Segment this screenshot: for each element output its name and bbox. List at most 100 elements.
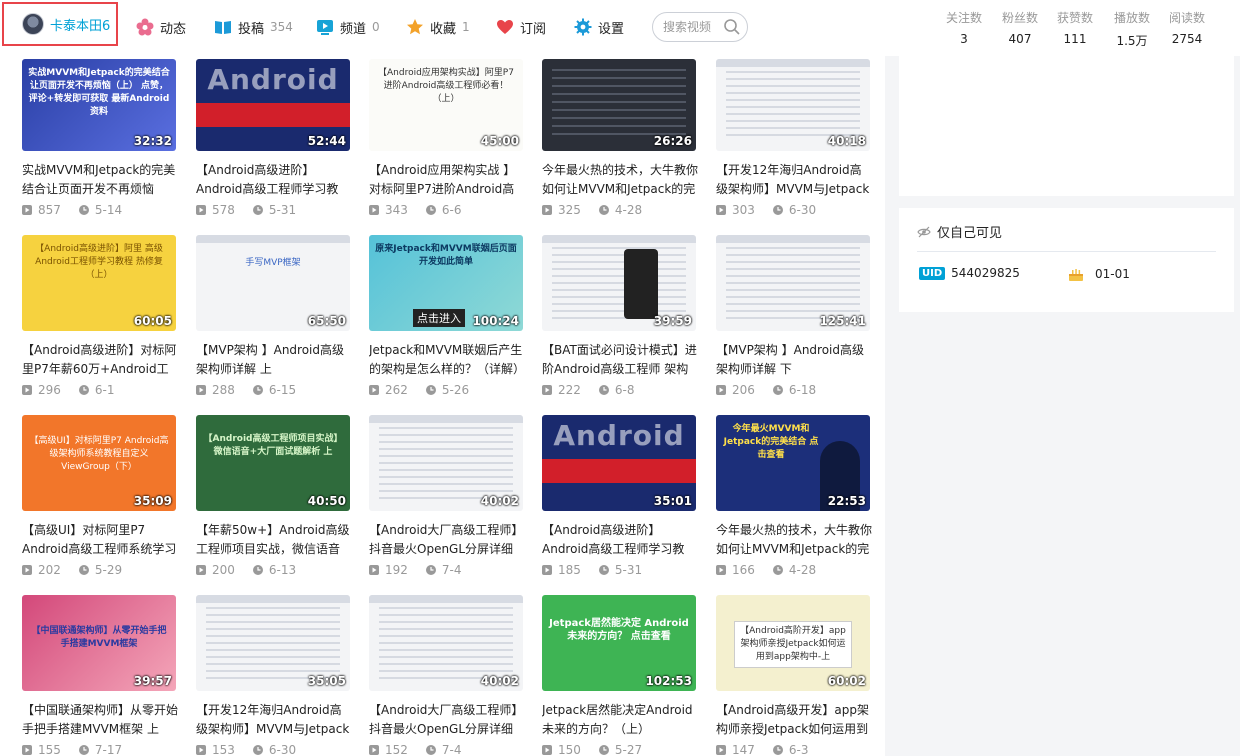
video-card[interactable]: 【Android应用架构实战】阿里P7进阶Android高级工程师必看！（上） … xyxy=(369,59,525,217)
enter-label: 点击进入 xyxy=(413,309,465,327)
video-card[interactable]: 【高级UI】对标阿里P7 Android高级架构师系统教程自定义ViewGrou… xyxy=(22,415,178,577)
video-thumbnail[interactable]: Jetpack居然能决定 Android未来的方向？ 点击查看 102:53 xyxy=(542,595,696,691)
video-title[interactable]: Jetpack居然能决定Android未来的方向？（上） xyxy=(542,701,698,739)
video-thumbnail[interactable]: 【Android高级进阶】阿里 高级Android工程师学习教程 热修复（上） … xyxy=(22,235,176,331)
video-thumbnail[interactable]: 【Android应用架构实战】阿里P7进阶Android高级工程师必看！（上） … xyxy=(369,59,523,151)
video-title[interactable]: 【Android大厂高级工程师】抖音最火OpenGL分屏详细教 xyxy=(369,701,525,739)
clock-icon xyxy=(598,205,609,215)
video-card[interactable]: 原来Jetpack和MVVM联姻后页面开发如此简单 点击进入 100:24 Je… xyxy=(369,235,525,397)
play-count-icon xyxy=(196,745,206,755)
video-title[interactable]: 【高级UI】对标阿里P7 Android高级工程师系统学习 xyxy=(22,521,178,559)
video-thumbnail[interactable]: 125:41 xyxy=(716,235,870,331)
video-thumbnail[interactable]: 35:05 xyxy=(196,595,350,691)
video-card[interactable]: 【Android高级工程师项目实战】 微信语音+大厂面试题解析 上 40:50 … xyxy=(196,415,352,577)
stat-following[interactable]: 关注数 3 xyxy=(934,9,994,46)
video-title[interactable]: Jetpack和MVVM联姻后产生的架构是怎么样的？（详解） xyxy=(369,341,525,379)
nav-channels[interactable]: 频道 0 xyxy=(316,14,380,40)
video-meta: 185 5-31 xyxy=(542,563,698,577)
search-icon[interactable] xyxy=(723,18,741,36)
clock-icon xyxy=(252,565,263,575)
eye-off-icon xyxy=(917,225,931,239)
clock-icon xyxy=(425,745,436,755)
user-name[interactable]: 卡泰本田6 xyxy=(50,15,110,34)
video-thumbnail[interactable]: 原来Jetpack和MVVM联姻后页面开发如此简单 点击进入 100:24 xyxy=(369,235,523,331)
flower-icon xyxy=(136,18,154,36)
video-title[interactable]: 【开发12年海归Android高级架构师】MVVM与Jetpack架 xyxy=(196,701,352,739)
video-meta: 343 6-6 xyxy=(369,203,525,217)
video-thumbnail[interactable]: 26:26 xyxy=(542,59,696,151)
clock-icon xyxy=(78,745,89,755)
video-card[interactable]: 40:02 【Android大厂高级工程师】抖音最火OpenGL分屏详细教 15… xyxy=(369,595,525,756)
nav-favorites[interactable]: 收藏 1 xyxy=(406,14,470,40)
video-title[interactable]: 【年薪50w+】Android高级工程师项目实战，微信语音 xyxy=(196,521,352,559)
play-count-icon xyxy=(22,745,32,755)
video-card[interactable]: 125:41 【MVP架构 】Android高级架构师详解 下 206 6-18 xyxy=(716,235,872,397)
nav-uploads[interactable]: 投稿 354 xyxy=(214,14,293,40)
video-thumbnail[interactable]: 39:59 xyxy=(542,235,696,331)
video-card[interactable]: 实战MVVM和Jetpack的完美结合 让页面开发不再烦恼（上） 点赞，评论+转… xyxy=(22,59,178,217)
video-thumbnail[interactable]: 【Android高阶开发】app架构师亲授Jetpack如何运用到app架构中-… xyxy=(716,595,870,691)
video-title[interactable]: 【Android高级进阶】Android高级工程师学习教程- xyxy=(542,521,698,559)
clock-icon xyxy=(425,385,436,395)
video-thumbnail[interactable]: 40:02 xyxy=(369,415,523,511)
video-title[interactable]: 【Android大厂高级工程师】抖音最火OpenGL分屏详细教 xyxy=(369,521,525,559)
video-title[interactable]: 【BAT面试必问设计模式】进阶Android高级工程师 架构再 xyxy=(542,341,698,379)
clock-icon xyxy=(598,745,609,755)
video-card[interactable]: 今年最火MVVM和Jetpack的完美结合 点击查看 22:53 今年最火热的技… xyxy=(716,415,872,577)
play-count-icon xyxy=(22,565,32,575)
video-meta: 200 6-13 xyxy=(196,563,352,577)
video-title[interactable]: 【MVP架构 】Android高级架构师详解 上 xyxy=(196,341,352,379)
search-input[interactable] xyxy=(663,20,725,34)
video-thumbnail[interactable]: 【Android高级工程师项目实战】 微信语音+大厂面试题解析 上 40:50 xyxy=(196,415,350,511)
video-thumbnail[interactable]: Android 35:01 xyxy=(542,415,696,511)
play-count-icon xyxy=(716,205,726,215)
video-thumbnail[interactable]: 40:18 xyxy=(716,59,870,151)
video-card[interactable]: 【Android高阶开发】app架构师亲授Jetpack如何运用到app架构中-… xyxy=(716,595,872,756)
video-title[interactable]: 【Android应用架构实战 】对标阿里P7进阶Android高级工 xyxy=(369,161,525,199)
user-profile[interactable]: 卡泰本田6 xyxy=(2,2,118,46)
clock-icon xyxy=(252,745,263,755)
video-card[interactable]: 35:05 【开发12年海归Android高级架构师】MVVM与Jetpack架… xyxy=(196,595,352,756)
uid-row: UID 544029825 xyxy=(919,266,1020,280)
video-card[interactable]: Android 35:01 【Android高级进阶】Android高级工程师学… xyxy=(542,415,698,577)
video-meta: 153 6-30 xyxy=(196,743,352,756)
video-thumbnail[interactable]: 【高级UI】对标阿里P7 Android高级架构师系统教程自定义ViewGrou… xyxy=(22,415,176,511)
play-count-icon xyxy=(369,205,379,215)
nav-dynamic[interactable]: 动态 xyxy=(136,14,186,40)
video-thumbnail[interactable]: 今年最火MVVM和Jetpack的完美结合 点击查看 22:53 xyxy=(716,415,870,511)
video-card[interactable]: Jetpack居然能决定 Android未来的方向？ 点击查看 102:53 J… xyxy=(542,595,698,756)
nav-settings[interactable]: 设置 xyxy=(574,14,624,40)
video-card[interactable]: 26:26 今年最火热的技术，大牛教你如何让MVVM和Jetpack的完 325… xyxy=(542,59,698,217)
video-thumbnail[interactable]: 【中国联通架构师】从零开始手把手搭建MVVM框架 39:57 xyxy=(22,595,176,691)
video-title[interactable]: 今年最火热的技术，大牛教你如何让MVVM和Jetpack的完 xyxy=(542,161,698,199)
stat-likes: 获赞数 111 xyxy=(1056,11,1093,46)
video-card[interactable]: Android 52:44 【Android高级进阶】Android高级工程师学… xyxy=(196,59,352,217)
video-thumbnail[interactable]: 手写MVP框架 65:50 xyxy=(196,235,350,331)
video-title[interactable]: 【开发12年海归Android高级架构师】MVVM与Jetpack架 xyxy=(716,161,872,199)
video-card[interactable]: 40:02 【Android大厂高级工程师】抖音最火OpenGL分屏详细教 19… xyxy=(369,415,525,577)
video-title[interactable]: 实战MVVM和Jetpack的完美结合让页面开发不再烦恼 xyxy=(22,161,178,199)
video-title[interactable]: 今年最火热的技术，大牛教你如何让MVVM和Jetpack的完 xyxy=(716,521,872,559)
nav-subscriptions[interactable]: 订阅 xyxy=(496,14,546,40)
video-title[interactable]: 【Android高级进阶】对标阿里P7年薪60万+Android工程 xyxy=(22,341,178,379)
play-count-icon xyxy=(22,205,32,215)
privacy-note: 仅自己可见 xyxy=(917,222,1002,241)
video-title[interactable]: 【Android高级进阶】Android高级工程师学习教程- xyxy=(196,161,352,199)
video-title[interactable]: 【中国联通架构师】从零开始手把手搭建MVVM框架 上 xyxy=(22,701,178,739)
video-card[interactable]: 手写MVP框架 65:50 【MVP架构 】Android高级架构师详解 上 2… xyxy=(196,235,352,397)
video-meta: 325 4-28 xyxy=(542,203,698,217)
avatar[interactable] xyxy=(22,13,44,35)
video-title[interactable]: 【MVP架构 】Android高级架构师详解 下 xyxy=(716,341,872,379)
video-thumbnail[interactable]: 40:02 xyxy=(369,595,523,691)
video-card[interactable]: 【Android高级进阶】阿里 高级Android工程师学习教程 热修复（上） … xyxy=(22,235,178,397)
video-card[interactable]: 39:59 【BAT面试必问设计模式】进阶Android高级工程师 架构再 22… xyxy=(542,235,698,397)
video-title[interactable]: 【Android高级开发】app架构师亲授Jetpack如何运用到 xyxy=(716,701,872,739)
video-card[interactable]: 40:18 【开发12年海归Android高级架构师】MVVM与Jetpack架… xyxy=(716,59,872,217)
clock-icon xyxy=(252,385,263,395)
top-bar: 卡泰本田6 动态 投稿 354 频道 0 收藏 1 订阅 设置 搜索视频 关注数… xyxy=(0,0,1240,56)
video-thumbnail[interactable]: Android 52:44 xyxy=(196,59,350,151)
profile-info-card: 仅自己可见 UID 544029825 01-01 xyxy=(899,208,1234,312)
stat-fans[interactable]: 粉丝数 407 xyxy=(990,9,1050,46)
video-thumbnail[interactable]: 实战MVVM和Jetpack的完美结合 让页面开发不再烦恼（上） 点赞，评论+转… xyxy=(22,59,176,151)
video-card[interactable]: 【中国联通架构师】从零开始手把手搭建MVVM框架 39:57 【中国联通架构师】… xyxy=(22,595,178,756)
